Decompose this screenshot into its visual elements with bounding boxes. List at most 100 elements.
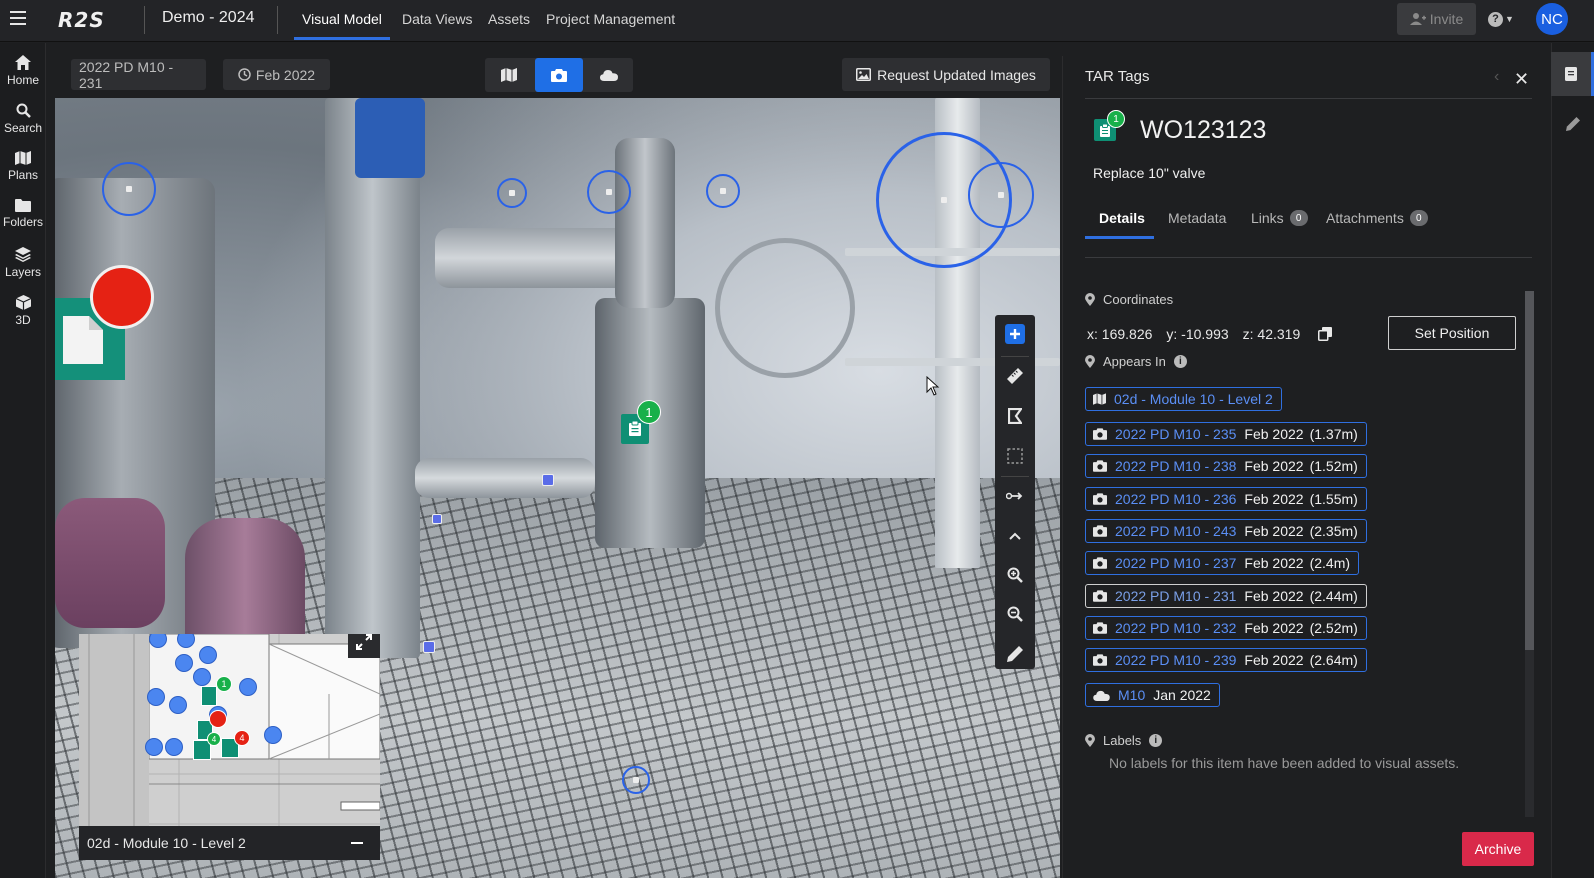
minimap-image-dot[interactable] <box>264 726 282 744</box>
tab-metadata[interactable]: Metadata <box>1168 210 1226 226</box>
pointcloud-mode-button[interactable] <box>585 58 633 92</box>
image-hotspot[interactable] <box>587 170 631 214</box>
minimize-minimap-button[interactable] <box>351 842 363 844</box>
tab-data-views[interactable]: Data Views <box>402 11 473 27</box>
tab-links[interactable]: Links 0 <box>1251 210 1308 226</box>
rail-tags-button[interactable] <box>1551 52 1594 96</box>
image-hotspot[interactable] <box>706 174 740 208</box>
camera-icon <box>1093 622 1107 634</box>
active-tab-indicator <box>294 37 390 40</box>
minimap-image-dot[interactable] <box>193 668 211 686</box>
tab-attachments[interactable]: Attachments 0 <box>1326 210 1428 226</box>
zoom-out-button[interactable] <box>995 595 1035 633</box>
home-icon <box>15 55 31 70</box>
tab-project-management[interactable]: Project Management <box>546 11 675 27</box>
pipe <box>615 138 675 308</box>
cloud-icon <box>600 70 618 81</box>
add-tag-button[interactable] <box>995 315 1035 353</box>
avatar[interactable]: NC <box>1536 3 1568 35</box>
collapse-button[interactable] <box>995 517 1035 555</box>
camera-icon <box>551 68 567 82</box>
annotate-button[interactable] <box>995 635 1035 673</box>
minimap-image-dot[interactable] <box>147 688 165 706</box>
copy-icon[interactable] <box>1318 327 1333 341</box>
rail-edit-button[interactable] <box>1551 102 1594 146</box>
date-chip[interactable]: Feb 2022 <box>223 59 330 90</box>
minimap-image-dot[interactable] <box>145 738 163 756</box>
label-marker-icon[interactable] <box>423 641 435 653</box>
sidebar-item-label: Plans <box>7 168 39 182</box>
chevron-up-icon <box>1009 532 1021 540</box>
invite-button[interactable]: Invite <box>1397 3 1476 35</box>
divider <box>144 6 145 34</box>
minimap-image-dot[interactable] <box>169 696 187 714</box>
appears-in-image-item[interactable]: 2022 PD M10 - 231 Feb 2022 (2.44m) <box>1085 583 1367 608</box>
project-name[interactable]: Demo - 2024 <box>162 9 255 27</box>
minimap-issue-dot[interactable] <box>209 710 227 728</box>
app-logo[interactable]: R2S <box>58 8 105 32</box>
label-marker-icon[interactable] <box>542 474 554 486</box>
appears-in-image-item[interactable]: 2022 PD M10 - 236 Feb 2022 (1.55m) <box>1085 486 1367 511</box>
minimap-image-dot[interactable] <box>165 738 183 756</box>
image-date: Feb 2022 <box>1244 619 1304 636</box>
panel-scrollbar-thumb[interactable] <box>1525 291 1534 650</box>
image-hotspot[interactable] <box>622 766 650 794</box>
info-icon[interactable]: i <box>1149 734 1163 747</box>
image-hotspot[interactable] <box>102 162 156 216</box>
image-distance: (2.35m) <box>1309 522 1358 539</box>
zoom-in-button[interactable] <box>995 556 1035 594</box>
appears-in-plan[interactable]: 02d - Module 10 - Level 2 <box>1085 387 1282 411</box>
appears-in-image-item[interactable]: 2022 PD M10 - 238 Feb 2022 (1.52m) <box>1085 454 1367 479</box>
sidebar-item-folders[interactable]: Folders <box>0 199 46 229</box>
close-icon[interactable]: ✕ <box>1514 69 1529 90</box>
request-updated-images-button[interactable]: Request Updated Images <box>842 58 1050 91</box>
minimap-image-dot[interactable] <box>175 654 193 672</box>
appears-in-image-item[interactable]: 2022 PD M10 - 243 Feb 2022 (2.35m) <box>1085 518 1367 543</box>
image-distance: (2.4m) <box>1309 555 1351 572</box>
appears-in-pointcloud[interactable]: M10 Jan 2022 <box>1085 683 1220 707</box>
ruler-icon <box>1007 368 1023 384</box>
measure-button[interactable] <box>995 357 1035 395</box>
appears-in-image-item[interactable]: 2022 PD M10 - 232 Feb 2022 (2.52m) <box>1085 615 1367 640</box>
select-area-button[interactable] <box>995 437 1035 475</box>
image-hotspot[interactable] <box>968 162 1034 228</box>
image-distance: (2.64m) <box>1309 652 1358 669</box>
issue-marker-icon[interactable] <box>90 265 154 329</box>
chevron-left-icon[interactable]: ‹ <box>1494 68 1499 86</box>
tab-assets[interactable]: Assets <box>488 11 530 27</box>
plan-mode-button[interactable] <box>485 58 533 92</box>
minimap-tag-icon[interactable] <box>201 686 217 706</box>
tab-visual-model[interactable]: Visual Model <box>302 11 382 27</box>
minimap-image-dot[interactable] <box>199 646 217 664</box>
camera-icon <box>1093 654 1107 666</box>
image-date: Feb 2022 <box>1244 490 1304 507</box>
sidebar-item-layers[interactable]: Layers <box>0 247 46 279</box>
image-hotspot[interactable] <box>497 178 527 208</box>
sidebar-item-search[interactable]: Search <box>0 103 46 135</box>
info-icon[interactable]: i <box>1173 355 1187 368</box>
expand-minimap-button[interactable] <box>348 634 380 658</box>
sidebar-item-3d[interactable]: 3D <box>0 295 46 327</box>
cube-icon <box>15 295 31 310</box>
set-position-button[interactable]: Set Position <box>1388 316 1516 350</box>
appears-in-image-item[interactable]: 2022 PD M10 - 237 Feb 2022 (2.4m) <box>1085 551 1360 576</box>
work-order-description: Replace 10" valve <box>1093 165 1206 181</box>
top-bar: R2S Demo - 2024 Visual Model Data Views … <box>0 0 1594 42</box>
archive-button[interactable]: Archive <box>1462 832 1534 866</box>
sidebar-item-plans[interactable]: Plans <box>0 151 46 182</box>
panel-title: TAR Tags <box>1085 68 1150 85</box>
sidebar-item-home[interactable]: Home <box>0 55 46 87</box>
photo-mode-button[interactable] <box>535 58 583 92</box>
appears-in-image-item[interactable]: 2022 PD M10 - 235 Feb 2022 (1.37m) <box>1085 422 1367 446</box>
image-date: Feb 2022 <box>1244 587 1304 604</box>
minimap-image-dot[interactable] <box>239 678 257 696</box>
tab-details[interactable]: Details <box>1099 210 1145 226</box>
label-marker-icon[interactable] <box>432 514 442 524</box>
help-menu[interactable]: ? ▼ <box>1488 9 1518 29</box>
camera-icon <box>1093 492 1107 505</box>
link-point-button[interactable] <box>995 477 1035 515</box>
appears-in-image-item[interactable]: 2022 PD M10 - 239 Feb 2022 (2.64m) <box>1085 648 1367 673</box>
image-name-chip[interactable]: 2022 PD M10 - 231 <box>71 59 206 91</box>
hamburger-menu-icon[interactable] <box>10 11 26 25</box>
area-button[interactable] <box>995 397 1035 435</box>
